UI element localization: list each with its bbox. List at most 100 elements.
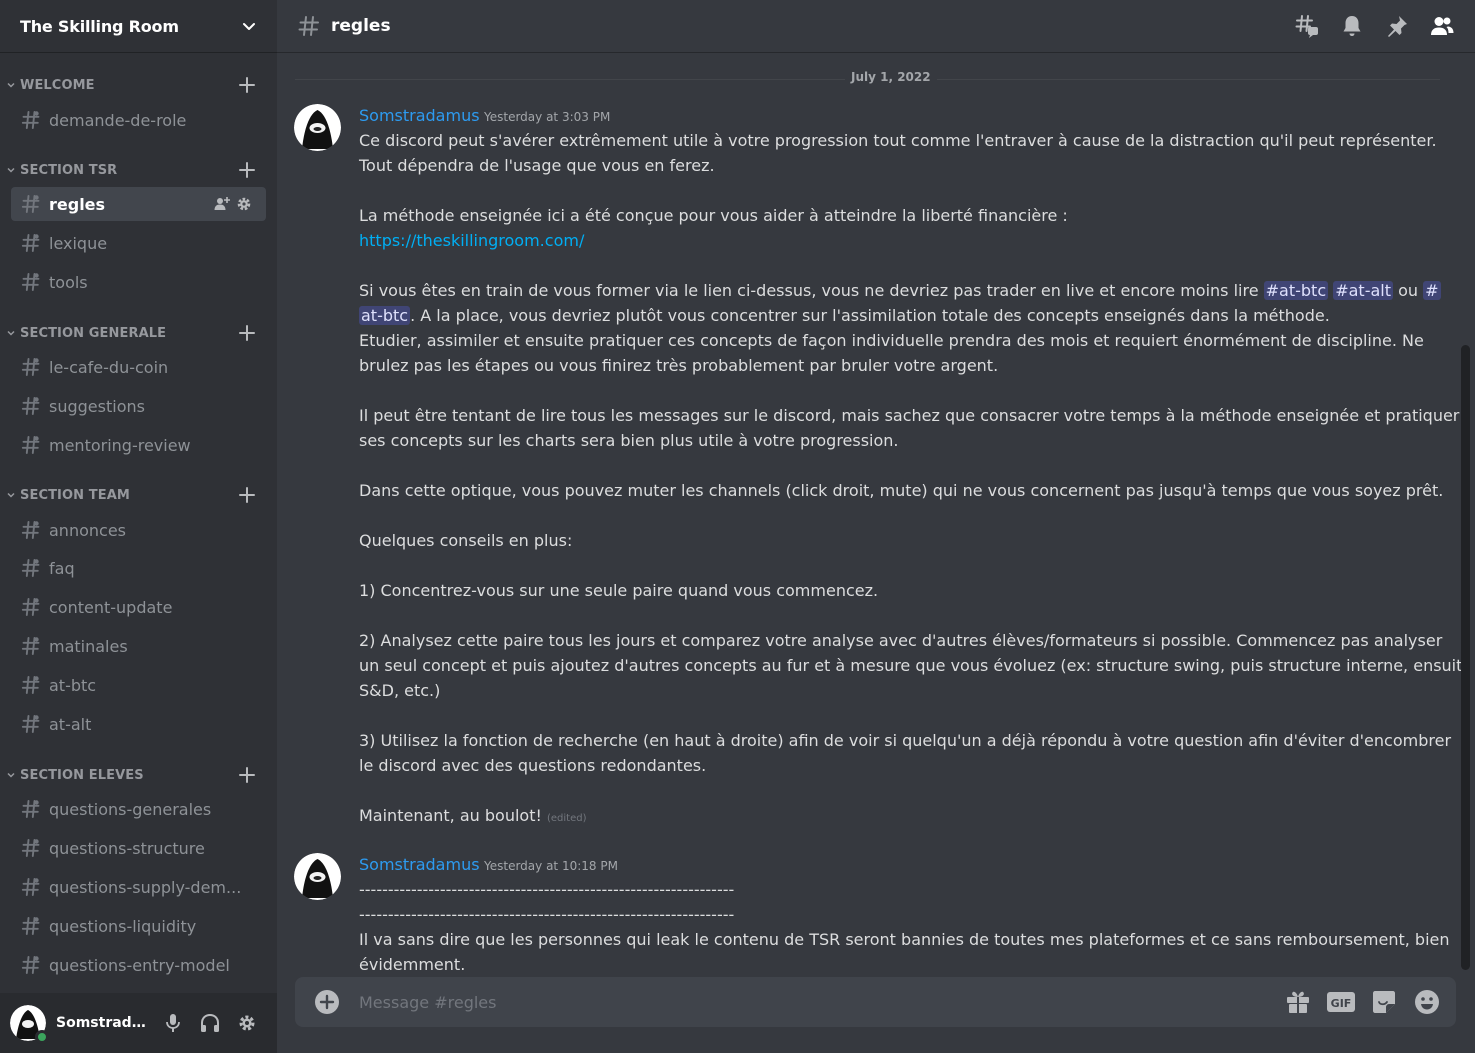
gif-label: GIF: [1331, 997, 1352, 1010]
invite-icon[interactable]: [214, 196, 230, 212]
sidebar-item-matinales[interactable]: matinales: [11, 629, 266, 663]
hashtag-icon: [21, 195, 40, 213]
sidebar-item-at-btc[interactable]: at-btc: [11, 668, 266, 702]
message-text-line: Ce discord peut s'avérer extrêmement uti…: [359, 131, 1437, 150]
category-label: WELCOME: [20, 77, 95, 93]
sidebar-item-le-cafe-du-coin[interactable]: le-cafe-du-coin: [11, 350, 266, 384]
sticker-icon: [1373, 991, 1395, 1013]
channel-label: tools: [49, 272, 88, 292]
message-text-line: Tout dépendra de l'usage que vous en fer…: [359, 156, 715, 175]
channel-label: questions-entry-model: [49, 955, 230, 975]
message-author[interactable]: Somstradamus: [359, 106, 480, 125]
pin-icon[interactable]: [1385, 14, 1409, 38]
category-header[interactable]: SECTION ELEVES: [0, 763, 277, 787]
channel-label: questions-supply-dem...: [49, 877, 242, 897]
message-text-line: 3) Utilisez la fonction de recherche (en…: [359, 731, 1452, 750]
add-channel-icon[interactable]: [238, 76, 256, 94]
sidebar-item-questions-generales[interactable]: questions-generales: [11, 792, 266, 826]
category-label: SECTION ELEVES: [20, 767, 144, 783]
hashtag-icon: [21, 878, 40, 896]
channel-header: regles: [277, 0, 1475, 53]
sidebar-item-questions-structure[interactable]: questions-structure: [11, 831, 266, 865]
message-text-line: ses concepts sur les charts sera bien pl…: [359, 431, 899, 450]
add-channel-icon[interactable]: [238, 486, 256, 504]
hashtag-icon: [21, 436, 40, 454]
gif-button[interactable]: GIF: [1327, 988, 1355, 1016]
message-text-line: Quelques conseils en plus:: [359, 531, 573, 550]
gear-icon[interactable]: [236, 196, 252, 212]
date-divider: July 1, 2022: [295, 70, 1440, 84]
message-text-segment: Maintenant, au boulot!: [359, 806, 547, 825]
hashtag-icon: [21, 956, 40, 974]
channel-label: content-update: [49, 597, 173, 617]
message-text-line: at-btc. A la place, vous devriez plutôt …: [359, 303, 1330, 328]
message-author[interactable]: Somstradamus: [359, 855, 480, 874]
hashtag-icon: [21, 397, 40, 415]
sidebar-item-content-update[interactable]: content-update: [11, 590, 266, 624]
channel-mention-at-btc[interactable]: at-btc: [359, 306, 411, 325]
chevron-down-icon[interactable]: [241, 18, 257, 34]
chevron-down-icon: [7, 167, 15, 173]
members-icon[interactable]: [1430, 14, 1454, 38]
channel-label: suggestions: [49, 396, 145, 416]
channel-label: questions-liquidity: [49, 916, 197, 936]
microphone-icon: [166, 1014, 180, 1032]
threads-icon[interactable]: [1295, 14, 1319, 38]
message-input[interactable]: [359, 992, 1284, 1012]
channel-label: at-btc: [49, 675, 97, 695]
emoji-button[interactable]: [1413, 988, 1441, 1016]
category-header[interactable]: WELCOME: [0, 73, 277, 97]
sidebar-item-mentoring-review[interactable]: mentoring-review: [11, 428, 266, 462]
channel-label: mentoring-review: [49, 435, 191, 455]
add-channel-icon[interactable]: [238, 161, 256, 179]
avatar[interactable]: [294, 104, 341, 151]
avatar[interactable]: [10, 1005, 49, 1044]
server-name: The Skilling Room: [20, 16, 179, 36]
category-header[interactable]: SECTION TSR: [0, 158, 277, 182]
message-text-line: Etudier, assimiler et ensuite pratiquer …: [359, 331, 1424, 350]
sidebar-item-questions-entry-model[interactable]: questions-entry-model: [11, 948, 266, 982]
server-header[interactable]: The Skilling Room: [0, 0, 277, 53]
channel-mention-at-btc[interactable]: #at-btc: [1263, 281, 1329, 300]
sidebar-item-questions-liquidity[interactable]: questions-liquidity: [11, 909, 266, 943]
sidebar-item-questions-supply-dem[interactable]: questions-supply-dem...: [11, 870, 266, 904]
avatar[interactable]: [294, 853, 341, 900]
microphone-button[interactable]: [157, 1007, 189, 1039]
add-attachment-icon[interactable]: [315, 990, 339, 1014]
user-settings-button[interactable]: [231, 1007, 263, 1039]
sidebar-item-at-alt[interactable]: at-alt: [11, 707, 266, 741]
chevron-down-icon: [7, 772, 15, 778]
gif-icon: GIF: [1327, 992, 1355, 1012]
category-label: SECTION TSR: [20, 162, 118, 178]
category-header[interactable]: SECTION TEAM: [0, 483, 277, 507]
bell-icon[interactable]: [1340, 14, 1364, 38]
sidebar-item-demande-de-role[interactable]: demande-de-role: [11, 103, 266, 137]
message-text-segment: . A la place, vous devriez plutôt vous c…: [410, 306, 1330, 325]
sidebar-item-lexique[interactable]: lexique: [11, 226, 266, 260]
channel-mention-at-alt[interactable]: #at-alt: [1333, 281, 1393, 300]
channel-mention-at-btc[interactable]: #: [1423, 281, 1441, 300]
sidebar-item-faq[interactable]: faq: [11, 551, 266, 585]
add-channel-icon[interactable]: [238, 324, 256, 342]
category-header[interactable]: SECTION GENERALE: [0, 321, 277, 345]
channel-label: matinales: [49, 636, 128, 656]
website-link[interactable]: https://theskillingroom.com/: [359, 231, 584, 250]
hashtag-icon: [21, 800, 40, 818]
sidebar-item-annonces[interactable]: annonces: [11, 513, 266, 547]
add-channel-icon[interactable]: [238, 766, 256, 784]
gift-button[interactable]: [1284, 988, 1312, 1016]
scrollbar-thumb[interactable]: [1461, 345, 1470, 970]
sidebar-item-tools[interactable]: tools: [11, 265, 266, 299]
message-list[interactable]: July 1, 2022 Somstradamus Yesterday at 3…: [277, 54, 1462, 976]
sidebar-item-regles[interactable]: regles: [11, 187, 266, 221]
gift-icon: [1287, 991, 1309, 1013]
sticker-button[interactable]: [1370, 988, 1398, 1016]
message-text-line: Si vous êtes en train de vous former via…: [359, 278, 1441, 303]
page-title: regles: [331, 16, 391, 36]
channel-label: le-cafe-du-coin: [49, 357, 169, 377]
category-label: SECTION TEAM: [20, 487, 130, 503]
online-status-indicator: [35, 1030, 49, 1044]
sidebar-item-suggestions[interactable]: suggestions: [11, 389, 266, 423]
headphones-button[interactable]: [194, 1007, 226, 1039]
emoji-icon: [1415, 990, 1439, 1014]
